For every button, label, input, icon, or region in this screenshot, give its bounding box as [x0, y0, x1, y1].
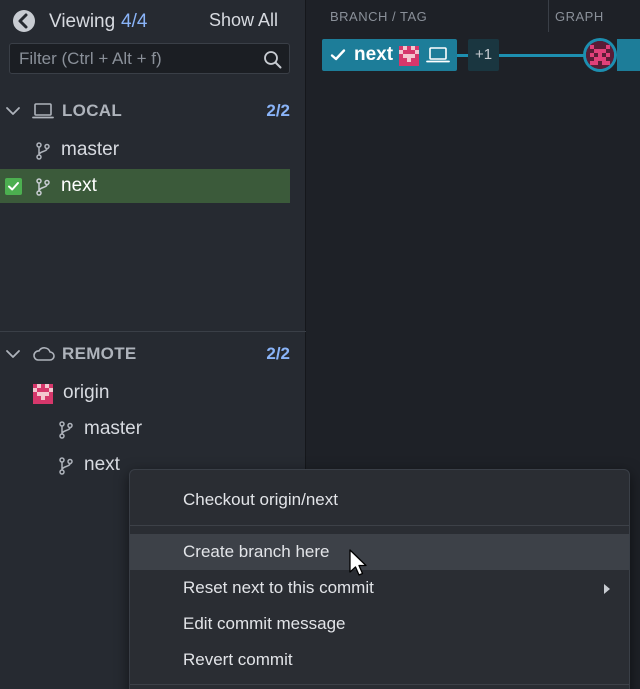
local-branch-master[interactable]: master [0, 133, 290, 167]
column-separator[interactable] [548, 0, 549, 32]
filter-input[interactable] [10, 44, 260, 73]
menu-item-create-branch[interactable]: Create branch here [130, 534, 629, 570]
local-branch-next[interactable]: next [0, 169, 290, 203]
branch-label: next [84, 454, 120, 475]
remote-origin[interactable]: origin [0, 376, 290, 410]
chevron-left-circle-icon[interactable] [13, 10, 35, 32]
local-section-header[interactable]: LOCAL 2/2 [0, 94, 306, 128]
chevron-down-icon[interactable] [5, 346, 21, 367]
remote-section-title: REMOTE [62, 344, 137, 363]
chevron-down-icon[interactable] [5, 103, 21, 124]
avatar [399, 46, 419, 71]
laptop-icon [426, 46, 450, 69]
menu-item-revert[interactable]: Revert commit [130, 642, 629, 678]
viewing-count: 4/4 [121, 11, 148, 32]
graph-connector [499, 54, 585, 57]
more-refs-badge[interactable]: +1 [468, 39, 499, 71]
caret-right-icon [603, 582, 611, 600]
context-menu: Checkout origin/next Create branch here … [129, 469, 630, 689]
mouse-cursor-icon [348, 548, 368, 583]
cloud-icon [32, 346, 56, 367]
branch-ref-pill[interactable]: next [322, 39, 457, 71]
column-header-graph[interactable]: GRAPH [555, 9, 604, 24]
avatar [586, 41, 614, 69]
branch-label: master [61, 139, 120, 160]
menu-separator [130, 525, 629, 526]
section-divider[interactable] [0, 331, 306, 332]
remote-branch-master[interactable]: master [0, 412, 290, 446]
git-branch-icon [35, 178, 51, 201]
view-bar: Viewing 4/4 Show All [0, 0, 306, 40]
menu-item-label: Checkout origin/next [183, 490, 338, 509]
menu-item-label: Edit commit message [183, 614, 346, 633]
laptop-icon [32, 102, 54, 125]
commit-node[interactable] [583, 38, 617, 72]
avatar [33, 384, 53, 409]
filter-box [9, 43, 290, 74]
local-section-title: LOCAL [62, 101, 123, 120]
branch-label: master [84, 418, 143, 439]
graph-connector [457, 54, 468, 57]
menu-item-label: Create branch here [183, 542, 330, 561]
menu-separator [130, 684, 629, 685]
graph-branch-lane [617, 39, 640, 71]
branch-ref-label: next [354, 44, 394, 65]
checkmark-icon [5, 178, 22, 195]
local-section-count: 2/2 [266, 101, 290, 120]
column-header-branch-tag[interactable]: BRANCH / TAG [330, 9, 427, 24]
menu-item-checkout[interactable]: Checkout origin/next [130, 482, 629, 518]
viewing-label: Viewing [49, 11, 116, 32]
remote-section-count: 2/2 [266, 344, 290, 363]
git-branch-icon [58, 457, 74, 480]
branch-label: next [61, 175, 97, 196]
menu-item-label: Revert commit [183, 650, 293, 669]
menu-item-edit-message[interactable]: Edit commit message [130, 606, 629, 642]
menu-item-reset[interactable]: Reset next to this commit [130, 570, 629, 606]
git-branch-icon [58, 421, 74, 444]
search-icon[interactable] [263, 50, 282, 74]
show-all-button[interactable]: Show All [209, 10, 278, 31]
remote-label: origin [63, 382, 110, 403]
checkmark-icon [330, 47, 346, 68]
remote-section-header[interactable]: REMOTE 2/2 [0, 337, 306, 371]
menu-item-label: Reset next to this commit [183, 578, 374, 597]
git-branch-icon [35, 142, 51, 165]
